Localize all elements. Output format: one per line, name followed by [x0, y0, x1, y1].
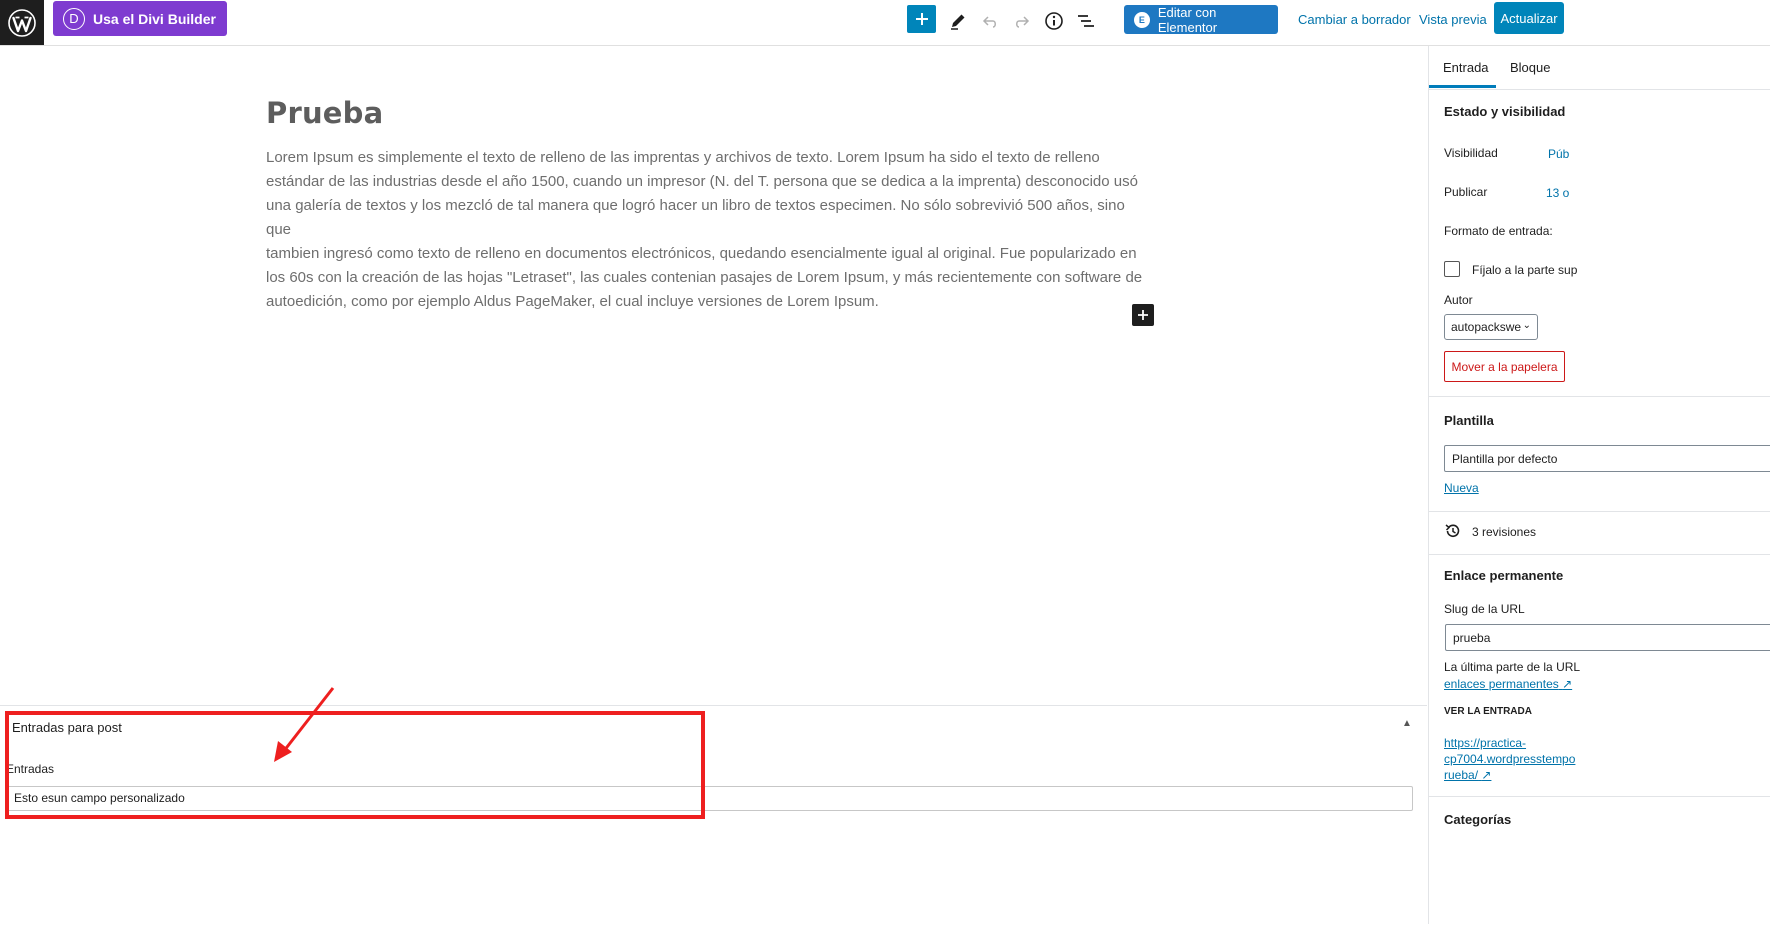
- publish-label: Publicar: [1444, 185, 1488, 199]
- block-inserter-button[interactable]: [907, 5, 936, 33]
- editor-header: D Usa el Divi Builder E Editar con Eleme…: [0, 0, 1770, 46]
- new-template-link[interactable]: Nueva: [1444, 481, 1479, 495]
- chevron-down-icon: ⌄: [1522, 320, 1531, 331]
- list-view-icon: [1078, 15, 1094, 27]
- active-tab-indicator: [1429, 85, 1496, 88]
- custom-fields-metabox: Entradas para post ▲ Entradas Esto esun …: [0, 705, 1427, 925]
- tab-bloque[interactable]: Bloque: [1510, 60, 1550, 75]
- permalink-heading[interactable]: Enlace permanente: [1444, 568, 1563, 583]
- custom-field-label: Entradas: [6, 762, 55, 776]
- revisions-link[interactable]: 3 revisiones: [1472, 525, 1536, 539]
- revisions-icon: [1445, 524, 1460, 538]
- author-select[interactable]: autopackswe ⌄: [1444, 314, 1538, 340]
- collapse-icon[interactable]: ▲: [1402, 718, 1412, 729]
- undo-button[interactable]: [975, 6, 1005, 36]
- divider: [1429, 396, 1770, 397]
- external-link-icon: ↗: [1562, 677, 1573, 691]
- divi-builder-label: Usa el Divi Builder: [93, 10, 216, 27]
- update-button[interactable]: Actualizar: [1494, 2, 1564, 34]
- add-block-button[interactable]: [1132, 304, 1154, 326]
- sticky-label: Fíjalo a la parte sup: [1472, 263, 1578, 277]
- switch-to-draft-link[interactable]: Cambiar a borrador: [1298, 12, 1411, 27]
- post-url-line-3[interactable]: rueba/ ↗: [1444, 768, 1491, 782]
- preview-link[interactable]: Vista previa: [1419, 12, 1487, 27]
- redo-icon: [1016, 16, 1030, 28]
- settings-sidebar: Entrada Bloque Estado y visibilidad Visi…: [1428, 46, 1770, 924]
- visibility-toggle[interactable]: Púb: [1548, 147, 1569, 161]
- sticky-checkbox[interactable]: [1444, 261, 1460, 277]
- annotation-arrow-icon: [274, 687, 335, 762]
- paragraph-block[interactable]: Lorem Ipsum es simplemente el texto de r…: [266, 146, 1151, 314]
- slug-input[interactable]: prueba: [1445, 624, 1770, 651]
- publish-date-toggle[interactable]: 13 o: [1546, 186, 1569, 200]
- view-entry-label: VER LA ENTRADA: [1444, 706, 1532, 717]
- plus-icon: [915, 13, 928, 25]
- divi-builder-button[interactable]: D Usa el Divi Builder: [53, 1, 227, 36]
- template-heading[interactable]: Plantilla: [1444, 413, 1494, 428]
- list-view-button[interactable]: [1071, 6, 1101, 36]
- edit-with-elementor-button[interactable]: E Editar con Elementor: [1124, 4, 1278, 35]
- post-url-line-2[interactable]: cp7004.wordpresstempo: [1444, 752, 1575, 766]
- divider: [1429, 796, 1770, 797]
- divi-logo-icon: D: [63, 7, 85, 30]
- post-url-line-1[interactable]: https://practica-: [1444, 736, 1526, 750]
- elementor-label: Editar con Elementor: [1157, 4, 1218, 35]
- tools-button[interactable]: [943, 6, 973, 36]
- external-link-icon: ↗: [1481, 768, 1492, 782]
- status-visibility-heading[interactable]: Estado y visibilidad: [1444, 104, 1565, 119]
- elementor-icon: E: [1134, 11, 1150, 28]
- move-to-trash-button[interactable]: Mover a la papelera: [1444, 351, 1565, 382]
- visibility-label: Visibilidad: [1444, 146, 1498, 160]
- plus-icon: [1138, 310, 1148, 320]
- categories-heading[interactable]: Categorías: [1444, 812, 1511, 827]
- custom-field-input[interactable]: Esto esun campo personalizado: [7, 786, 1413, 811]
- slug-label: Slug de la URL: [1444, 602, 1525, 616]
- permalinks-link[interactable]: enlaces permanentes ↗: [1444, 677, 1572, 691]
- info-icon: [1045, 12, 1063, 30]
- divider: [1429, 554, 1770, 555]
- template-select[interactable]: Plantilla por defecto: [1444, 445, 1770, 472]
- post-title[interactable]: Prueba: [266, 96, 383, 130]
- metabox-title[interactable]: Entradas para post: [12, 720, 122, 735]
- slug-help-text: La última parte de la URL: [1444, 660, 1581, 674]
- info-button[interactable]: [1039, 6, 1069, 36]
- sidebar-tabs: Entrada Bloque: [1429, 46, 1770, 90]
- divider: [1429, 511, 1770, 512]
- author-select-value: autopackswe: [1451, 320, 1522, 334]
- tab-entrada[interactable]: Entrada: [1443, 60, 1489, 75]
- pencil-icon: [951, 14, 965, 30]
- undo-icon: [982, 16, 996, 28]
- author-label: Autor: [1444, 293, 1473, 307]
- redo-button[interactable]: [1007, 6, 1037, 36]
- wordpress-icon[interactable]: [0, 0, 44, 45]
- post-format-label: Formato de entrada:: [1444, 224, 1553, 238]
